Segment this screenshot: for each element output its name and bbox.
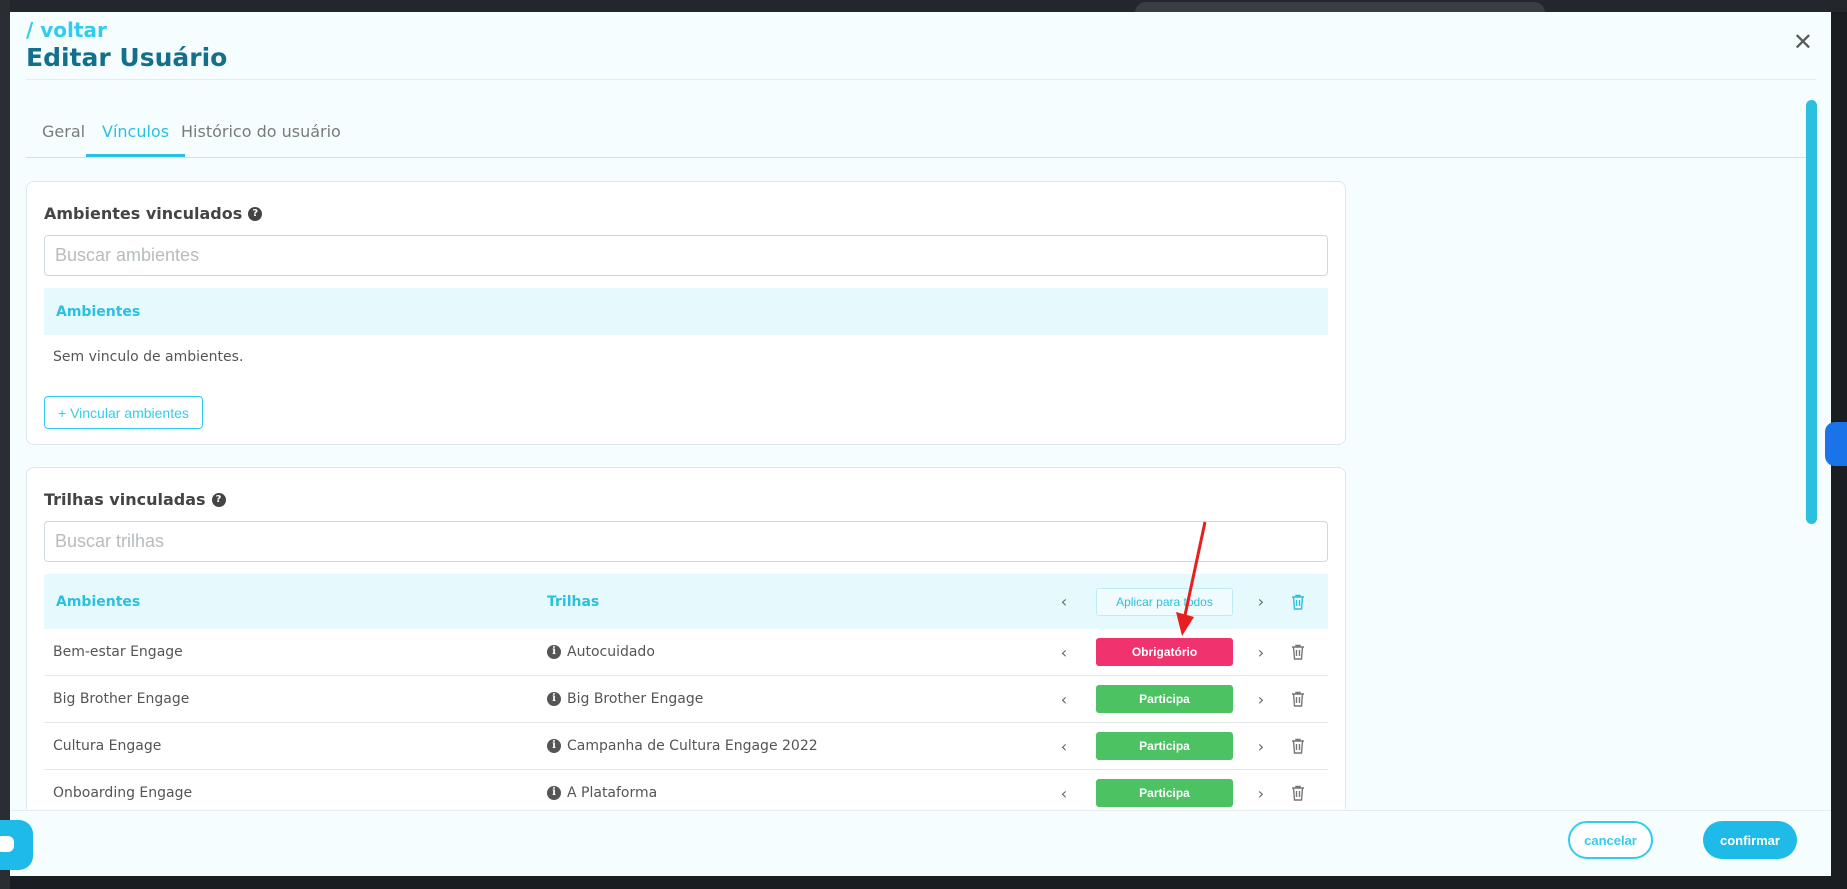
- search-trilhas-input[interactable]: [44, 521, 1328, 562]
- annotation-arrow: [1176, 521, 1207, 636]
- table-row: Onboarding Engage i A Plataforma ‹ Parti…: [44, 770, 1328, 809]
- trash-icon[interactable]: [1288, 574, 1308, 629]
- chevron-left-icon[interactable]: ‹: [1054, 770, 1074, 809]
- tab-content: Ambientes vinculados ? Ambientes Sem vin…: [26, 169, 1816, 809]
- column-header-ambientes: Ambientes: [56, 303, 141, 320]
- row-trilha-label: Autocuidado: [567, 644, 655, 660]
- ambientes-table-header: Ambientes: [44, 288, 1328, 335]
- table-row: Bem-estar Engage i Autocuidado ‹ Obrigat…: [44, 629, 1328, 676]
- row-ambiente: Bem-estar Engage: [53, 644, 183, 660]
- row-trilha: i Autocuidado: [547, 629, 655, 675]
- row-trilha-label: Big Brother Engage: [567, 691, 704, 707]
- trilhas-title: Trilhas vinculadas ?: [44, 490, 226, 509]
- trilhas-rows: Bem-estar Engage i Autocuidado ‹ Obrigat…: [44, 629, 1328, 809]
- row-trilha: i A Plataforma: [547, 770, 657, 809]
- row-trilha: i Campanha de Cultura Engage 2022: [547, 723, 818, 769]
- background-left-edge: [0, 0, 10, 889]
- trash-icon[interactable]: [1288, 723, 1308, 769]
- info-icon[interactable]: i: [547, 739, 561, 753]
- help-icon[interactable]: ?: [248, 206, 263, 221]
- accessibility-icon[interactable]: [1825, 422, 1847, 466]
- back-link[interactable]: / voltar: [26, 18, 107, 42]
- chevron-right-icon[interactable]: ›: [1251, 723, 1271, 769]
- status-button[interactable]: Participa: [1096, 732, 1233, 760]
- row-ambiente: Big Brother Engage: [53, 691, 190, 707]
- header-divider: [26, 79, 1816, 80]
- row-ambiente: Onboarding Engage: [53, 785, 193, 801]
- ambientes-card: Ambientes vinculados ? Ambientes Sem vin…: [26, 181, 1346, 445]
- row-ambiente: Cultura Engage: [53, 738, 162, 754]
- trilhas-table-header: Ambientes Trilhas ‹ Aplicar para todos ›: [44, 574, 1328, 629]
- close-icon[interactable]: ✕: [1793, 30, 1813, 54]
- chevron-left-icon[interactable]: ‹: [1054, 723, 1074, 769]
- chevron-right-icon[interactable]: ›: [1251, 676, 1271, 722]
- trilhas-title-text: Trilhas vinculadas: [44, 490, 206, 509]
- trash-icon[interactable]: [1288, 770, 1308, 809]
- status-button[interactable]: Obrigatório: [1096, 638, 1233, 666]
- edit-user-modal: / voltar Editar Usuário ✕ Geral Vínculos…: [10, 12, 1831, 876]
- help-icon[interactable]: ?: [211, 492, 226, 507]
- chevron-right-icon[interactable]: ›: [1251, 770, 1271, 809]
- ambientes-title: Ambientes vinculados ?: [44, 204, 263, 223]
- row-trilha-label: A Plataforma: [567, 785, 658, 801]
- chevron-left-icon[interactable]: ‹: [1054, 676, 1074, 722]
- table-row: Cultura Engage i Campanha de Cultura Eng…: [44, 723, 1328, 770]
- column-header-trilhas: Trilhas: [547, 593, 600, 610]
- info-icon[interactable]: i: [547, 692, 561, 706]
- status-button[interactable]: Participa: [1096, 779, 1233, 807]
- chevron-left-icon[interactable]: ‹: [1054, 629, 1074, 675]
- tab-bar: Geral Vínculos Histórico do usuário: [26, 102, 1816, 158]
- ambientes-title-text: Ambientes vinculados: [44, 204, 243, 223]
- search-ambientes-input[interactable]: [44, 235, 1328, 276]
- column-header-ambientes: Ambientes: [56, 593, 141, 610]
- apply-all-button[interactable]: Aplicar para todos: [1096, 587, 1233, 616]
- background-top-bar: [0, 0, 1847, 12]
- chevron-right-icon[interactable]: ›: [1251, 629, 1271, 675]
- trash-icon[interactable]: [1288, 676, 1308, 722]
- confirm-button[interactable]: confirmar: [1703, 821, 1797, 859]
- cancel-button[interactable]: cancelar: [1568, 821, 1653, 859]
- modal-footer: cancelar confirmar: [10, 810, 1831, 876]
- chat-icon[interactable]: [0, 820, 33, 870]
- trash-icon[interactable]: [1288, 629, 1308, 675]
- table-row: Big Brother Engage i Big Brother Engage …: [44, 676, 1328, 723]
- trilhas-card: Trilhas vinculadas ? Ambientes Trilhas ‹…: [26, 467, 1346, 809]
- vincular-ambientes-button[interactable]: + Vincular ambientes: [44, 396, 203, 429]
- row-trilha-label: Campanha de Cultura Engage 2022: [567, 738, 818, 754]
- tab-historico[interactable]: Histórico do usuário: [165, 102, 357, 157]
- info-icon[interactable]: i: [547, 786, 561, 800]
- chevron-right-icon[interactable]: ›: [1251, 574, 1271, 629]
- row-trilha: i Big Brother Engage: [547, 676, 703, 722]
- info-icon[interactable]: i: [547, 645, 561, 659]
- page-title: Editar Usuário: [26, 43, 228, 72]
- chevron-left-icon[interactable]: ‹: [1054, 574, 1074, 629]
- empty-message: Sem vinculo de ambientes.: [53, 349, 244, 365]
- status-button[interactable]: Participa: [1096, 685, 1233, 713]
